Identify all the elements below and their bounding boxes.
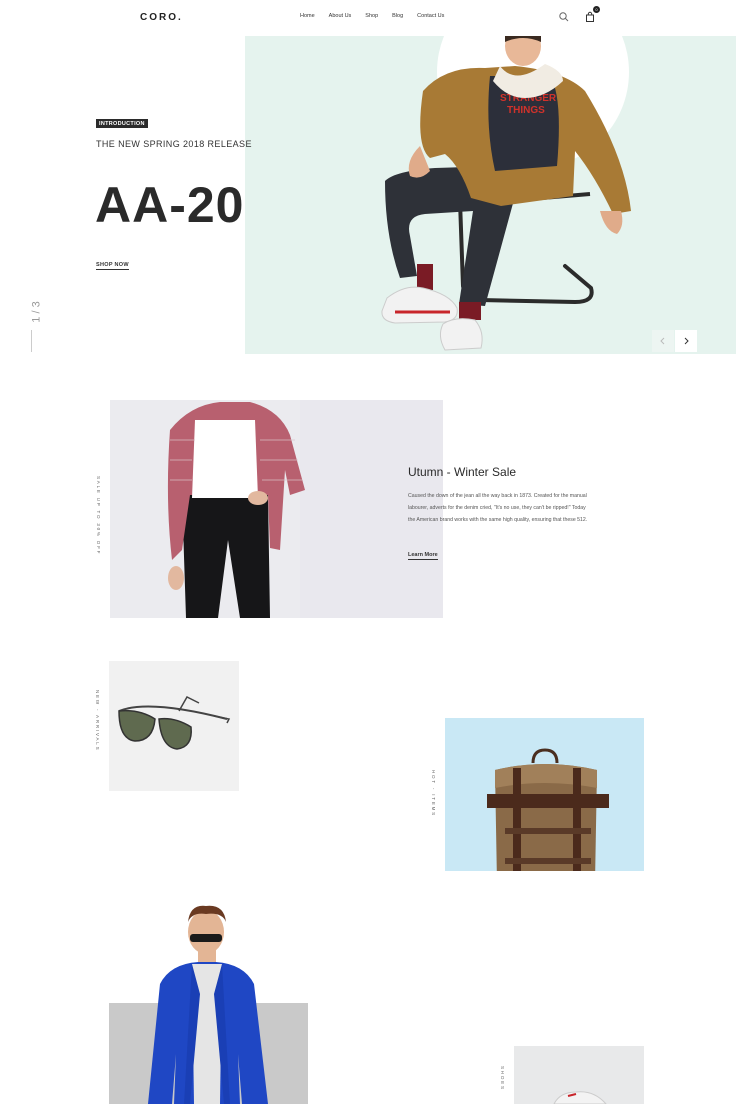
cart-icon[interactable]: 0 — [584, 6, 600, 22]
sale-image[interactable] — [110, 400, 443, 618]
site-header: CORO. Home About Us Shop Blog Contact Us… — [0, 0, 736, 36]
logo-text: CORO — [140, 12, 178, 23]
sale-model-illustration — [167, 400, 443, 618]
jacket-model-illustration[interactable] — [130, 904, 290, 1104]
header-icons: 0 — [558, 6, 600, 22]
slide-counter: 1 / 3 — [22, 301, 43, 346]
nav-item-home[interactable]: Home — [300, 13, 315, 19]
nav-item-contact[interactable]: Contact Us — [417, 13, 444, 19]
slider-prev-button[interactable] — [652, 330, 674, 352]
shoes-image[interactable] — [514, 1046, 644, 1104]
sunglasses-image[interactable] — [109, 661, 239, 791]
site-logo[interactable]: CORO. — [140, 12, 183, 23]
hero-subtitle: THE NEW SPRING 2018 RELEASE — [96, 139, 252, 149]
shirt-print-line-2: THINGS — [507, 105, 545, 116]
sale-description: Caused the down of the jean all the way … — [408, 493, 588, 523]
shoes-vertical-label: SHOES — [500, 1066, 505, 1091]
nav-item-shop[interactable]: Shop — [365, 13, 378, 19]
hero-tag: INTRODUCTION — [96, 119, 148, 128]
slide-counter-line — [31, 330, 32, 352]
cart-count-badge: 0 — [593, 6, 600, 13]
hero-image: STRANGER THINGS — [245, 36, 736, 354]
learn-more-link[interactable]: Learn More — [408, 552, 438, 560]
nav-item-about[interactable]: About Us — [329, 13, 352, 19]
hot-items-vertical-label: HOT - ITEMS — [431, 770, 436, 817]
slide-counter-text: 1 / 3 — [30, 301, 43, 323]
main-nav: Home About Us Shop Blog Contact Us — [300, 13, 444, 19]
shop-now-link[interactable]: SHOP NOW — [96, 262, 129, 270]
hero-model-illustration: STRANGER THINGS — [381, 36, 631, 351]
slider-next-button[interactable] — [675, 330, 697, 352]
arrivals-vertical-label: NEW - ARRIVALS — [95, 690, 100, 752]
search-icon[interactable] — [558, 10, 570, 22]
backpack-illustration — [487, 748, 609, 871]
hero-title: AA-20 — [95, 177, 245, 233]
logo-dot: . — [178, 12, 183, 23]
sale-vertical-label: SALE UP TO 30% OFF — [96, 476, 101, 556]
sunglasses-illustration — [118, 696, 231, 750]
shoes-illustration — [553, 1091, 607, 1104]
backpack-image[interactable] — [445, 718, 644, 871]
sale-title: Utumn - Winter Sale — [408, 465, 517, 479]
chevron-right-icon — [684, 337, 689, 345]
nav-item-blog[interactable]: Blog — [392, 13, 403, 19]
chevron-left-icon — [660, 337, 665, 345]
